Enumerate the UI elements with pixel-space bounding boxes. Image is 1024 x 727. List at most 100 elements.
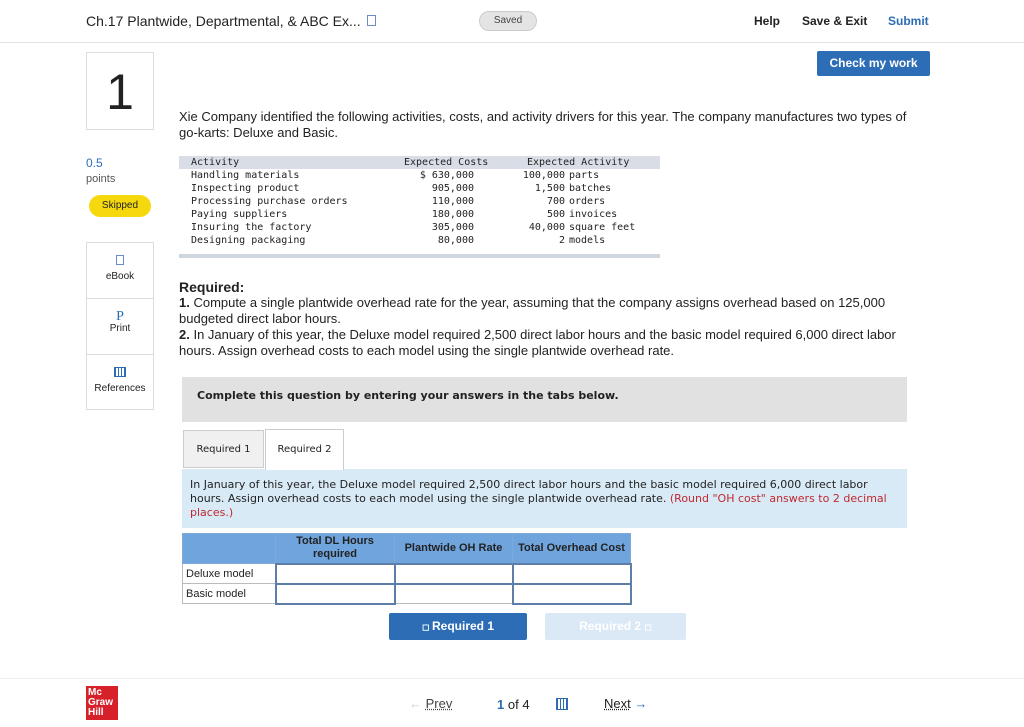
deluxe-overhead-cost-input[interactable] bbox=[511, 562, 632, 585]
references-icon bbox=[114, 367, 126, 377]
chevron-left-icon: ◻ bbox=[422, 622, 432, 632]
next-label: Next bbox=[604, 696, 631, 711]
instructions-banner: Complete this question by entering your … bbox=[182, 377, 907, 422]
activity-unit: models bbox=[569, 235, 606, 246]
row-label-deluxe: Deluxe model bbox=[182, 563, 276, 584]
prev-label: Prev bbox=[425, 696, 453, 711]
header-total-overhead-cost: Total Overhead Cost bbox=[512, 533, 631, 564]
activity-table: Activity Expected Costs Expected Activity H… bbox=[179, 156, 660, 258]
activity-quantity: 500 bbox=[546, 209, 565, 220]
table-row: Insuring the factory 305,000 40,000 square … bbox=[179, 221, 660, 234]
row-label-basic: Basic model bbox=[182, 583, 276, 604]
points-value: 0.5 bbox=[86, 156, 103, 170]
required-item-1: Compute a single plantwide overhead rate… bbox=[179, 295, 886, 326]
item2-number: 2. bbox=[179, 327, 190, 342]
check-my-work-button[interactable]: Check my work bbox=[817, 51, 930, 76]
tab-instruction: In January of this year, the Deluxe mode… bbox=[182, 469, 907, 528]
page-indicator[interactable]: 1 of 4 bbox=[497, 697, 530, 712]
table-row: Processing purchase orders 110,000 700 orde… bbox=[179, 195, 660, 208]
next-page-button[interactable]: Next → bbox=[604, 696, 647, 711]
tools-panel: eBook P Print References bbox=[86, 242, 154, 410]
required-heading: Required: bbox=[179, 279, 245, 295]
activity-name: Processing purchase orders bbox=[191, 196, 348, 207]
submit-link[interactable]: Submit bbox=[888, 14, 929, 28]
top-bar: Ch.17 Plantwide, Departmental, & ABC Ex.… bbox=[0, 0, 1024, 43]
arrow-right-icon: → bbox=[630, 696, 648, 711]
table-row: Basic model bbox=[182, 582, 632, 605]
tab-required-2[interactable]: Required 2 bbox=[265, 429, 344, 470]
table-row: Paying suppliers 180,000 500 invoices bbox=[179, 208, 660, 221]
expected-cost: 180,000 bbox=[431, 209, 474, 220]
arrow-left-icon: ← bbox=[409, 696, 426, 711]
activity-quantity: 40,000 bbox=[528, 222, 565, 233]
required-item-2: In January of this year, the Deluxe mode… bbox=[179, 327, 896, 358]
required-section: Required: 1. Compute a single plantwide … bbox=[179, 279, 924, 359]
of-label: of bbox=[507, 697, 519, 712]
expected-cost: 110,000 bbox=[431, 196, 474, 207]
header-expected-costs: Expected Costs bbox=[404, 157, 489, 168]
expected-cost: $ 630,000 bbox=[419, 170, 474, 181]
ebook-icon bbox=[116, 255, 124, 265]
current-page: 1 bbox=[497, 697, 505, 712]
basic-overhead-cost-input[interactable] bbox=[511, 582, 632, 605]
activity-quantity: 100,000 bbox=[522, 170, 565, 181]
table-row: Deluxe model bbox=[182, 562, 632, 585]
assignment-title: Ch.17 Plantwide, Departmental, & ABC Ex.… bbox=[86, 13, 361, 29]
header-activity: Activity bbox=[191, 157, 240, 168]
header-plantwide-oh-rate: Plantwide OH Rate bbox=[394, 533, 513, 564]
prev-required-button[interactable]: ◻ Required 1 bbox=[389, 613, 527, 640]
question-number: 1 bbox=[86, 52, 154, 130]
table-row: Inspecting product 905,000 1,500 batches bbox=[179, 182, 660, 195]
print-label: Print bbox=[109, 323, 131, 334]
references-label: References bbox=[94, 383, 146, 394]
prev-required-label: Required 1 bbox=[431, 619, 494, 633]
expected-cost: 80,000 bbox=[437, 235, 474, 246]
prev-page-button[interactable]: ← Prev bbox=[409, 696, 452, 711]
table-row: Designing packaging 80,000 2 models bbox=[179, 234, 660, 247]
points-label: points bbox=[86, 173, 116, 185]
table-row: Handling materials $ 630,000 100,000 parts bbox=[179, 169, 660, 182]
item1-number: 1. bbox=[179, 295, 190, 310]
total-pages: 4 bbox=[522, 697, 530, 712]
basic-oh-rate-input[interactable] bbox=[394, 583, 513, 604]
expected-cost: 905,000 bbox=[431, 183, 474, 194]
expected-cost: 305,000 bbox=[431, 222, 474, 233]
skipped-badge: Skipped bbox=[89, 195, 151, 217]
next-required-button[interactable]: Required 2 ◻ bbox=[545, 613, 686, 640]
grid-icon[interactable] bbox=[556, 698, 568, 710]
expand-icon[interactable] bbox=[367, 15, 376, 26]
activity-name: Handling materials bbox=[191, 170, 300, 181]
activity-unit: parts bbox=[569, 170, 600, 181]
basic-dl-hours-input[interactable] bbox=[274, 582, 396, 605]
saved-badge: Saved bbox=[479, 11, 537, 31]
references-button[interactable]: References bbox=[87, 355, 153, 409]
activity-name: Insuring the factory bbox=[191, 222, 312, 233]
deluxe-dl-hours-input[interactable] bbox=[274, 562, 396, 585]
print-button[interactable]: P Print bbox=[87, 299, 153, 355]
header-blank bbox=[182, 533, 276, 564]
question-intro: Xie Company identified the following act… bbox=[179, 109, 907, 140]
mcgraw-hill-logo: Mc Graw Hill bbox=[86, 686, 118, 720]
next-required-label: Required 2 bbox=[579, 619, 642, 633]
activity-name: Paying suppliers bbox=[191, 209, 288, 220]
header-expected-activity: Expected Activity bbox=[527, 157, 630, 168]
ebook-label: eBook bbox=[105, 271, 135, 282]
activity-unit: orders bbox=[569, 196, 606, 207]
ebook-button[interactable]: eBook bbox=[87, 243, 153, 299]
answer-table: Total DL Hours required Plantwide OH Rate… bbox=[182, 533, 632, 605]
activity-unit: batches bbox=[569, 183, 612, 194]
activity-quantity: 700 bbox=[546, 196, 565, 207]
chevron-right-icon: ◻ bbox=[644, 622, 652, 632]
deluxe-oh-rate-input[interactable] bbox=[393, 562, 514, 585]
activity-unit: square feet bbox=[569, 222, 636, 233]
tab-required-1[interactable]: Required 1 bbox=[183, 430, 264, 468]
activity-unit: invoices bbox=[569, 209, 618, 220]
help-link[interactable]: Help bbox=[754, 14, 780, 28]
header-total-dl-hours: Total DL Hours required bbox=[275, 533, 395, 564]
activity-quantity: 1,500 bbox=[534, 183, 565, 194]
activity-name: Inspecting product bbox=[191, 183, 300, 194]
activity-name: Designing packaging bbox=[191, 235, 306, 246]
save-exit-link[interactable]: Save & Exit bbox=[802, 14, 867, 28]
activity-quantity: 2 bbox=[558, 235, 565, 246]
print-icon: P bbox=[116, 309, 124, 324]
